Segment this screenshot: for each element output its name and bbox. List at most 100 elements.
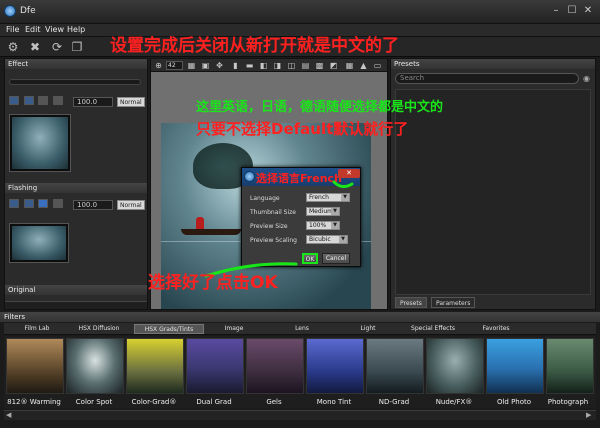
flashing-header: Flashing [5,183,147,193]
mirror-icon[interactable]: ◫ [287,61,296,70]
maximize-icon[interactable]: ☐ [564,4,580,18]
side-by-side-icon[interactable]: ◨ [273,61,282,70]
filter-label: Nude/FX® [435,398,473,406]
filter-tabs: Film Lab HSX Diffusion HSX Grads/Tints I… [4,323,596,335]
effect-slider[interactable] [9,79,141,85]
panel-toggle-icon[interactable]: ▭ [373,61,382,70]
flashing-blend-select[interactable]: Normal [117,200,145,210]
presets-header: Presets [391,59,595,69]
title-bar: Dfe – ☐ ✕ [0,0,600,24]
close-x-icon[interactable]: ✖ [28,40,42,54]
chevron-down-icon: ▼ [331,208,339,215]
tab-presets[interactable]: Presets [395,297,427,308]
left-panel: Effect 100.0 Normal Flashing 100.0 Norma… [4,58,148,310]
presets-search-input[interactable]: Search [395,73,579,84]
layer-icon[interactable] [9,96,19,105]
grid-icon[interactable]: ▦ [345,61,354,70]
split-horizontal-icon[interactable]: ▬ [245,61,254,70]
language-select[interactable]: French ▼ [306,193,350,202]
refresh-icon[interactable]: ⟳ [50,40,64,54]
thumbnail-size-select[interactable]: Medium ▼ [306,207,340,216]
preview-boat [181,229,241,235]
flashing-icon-row [9,199,65,211]
mask-icon[interactable] [23,199,34,208]
filters-header: Filters [0,312,600,322]
filter-label: Gels [266,398,282,406]
flashing-thumbnail[interactable] [9,223,69,263]
preview-size-select[interactable]: 100% ▼ [306,221,340,230]
chevron-down-icon: ▼ [331,222,339,229]
zoom-field[interactable]: 42 [166,61,183,70]
filter-label: Dual Grad [196,398,232,406]
menu-file[interactable]: File [6,25,19,34]
tab-light[interactable]: Light [350,324,386,334]
effect-opacity-field[interactable]: 100.0 [73,97,113,107]
close-icon[interactable]: ✕ [580,4,596,18]
effect-blend-select[interactable]: Normal [117,97,145,107]
filter-strip-scrollbar[interactable]: ◀ ▶ [4,410,596,420]
dialog-logo-icon [244,171,255,182]
layer-icon[interactable] [9,199,19,208]
filter-thumb-gels[interactable] [246,338,304,394]
tab-parameters[interactable]: Parameters [431,297,476,308]
tab-favorites[interactable]: Favorites [474,324,518,334]
window-title: Dfe [20,6,36,16]
scroll-right-icon[interactable]: ▶ [586,411,591,419]
filter-thumb-nd-grad[interactable] [366,338,424,394]
image-icon[interactable]: ▩ [315,61,324,70]
tab-special-effects[interactable]: Special Effects [402,324,464,334]
filter-label: Photograph [547,398,589,406]
hand-icon[interactable]: ✥ [215,61,224,70]
search-clear-icon[interactable]: ◉ [583,74,590,83]
eraser-icon[interactable] [52,96,63,105]
dialog-close-button[interactable]: ✕ [338,169,360,178]
filter-thumb-nude-fx[interactable] [426,338,484,394]
gear-icon[interactable]: ⚙ [6,40,20,54]
filter-thumb-color-grad[interactable] [126,338,184,394]
filter-thumb-photograph[interactable] [546,338,594,394]
filter-thumb-color-spot[interactable] [66,338,124,394]
mask-icon[interactable] [23,96,34,105]
annotation-bottom: 选择好了点击OK [148,273,278,293]
split-vertical-icon[interactable]: ▮ [231,61,240,70]
triangle-icon[interactable]: ▲ [359,61,368,70]
preview-person [196,217,204,229]
original-header: Original [5,285,147,295]
copy-icon[interactable]: ❐ [70,40,84,54]
filter-label: ND-Grad [378,398,410,406]
tab-hsx-grads-tints[interactable]: HSX Grads/Tints [134,324,204,334]
mask-view-icon[interactable]: ◩ [329,61,338,70]
filter-thumb-812-warming[interactable] [6,338,64,394]
fit-icon[interactable]: ▦ [187,61,196,70]
cancel-button[interactable]: Cancel [322,253,350,264]
annotation-top: 设置完成后关闭从新打开就是中文的了 [110,36,399,56]
scroll-left-icon[interactable]: ◀ [6,411,11,419]
effect-header: Effect [5,59,147,69]
filter-label: Color-Grad® [131,398,177,406]
preview-scaling-select[interactable]: Bicubic ▼ [306,235,348,244]
filter-thumb-dual-grad[interactable] [186,338,244,394]
zoom-icon[interactable]: ⊕ [154,61,163,70]
filter-label: Old Photo [496,398,532,406]
actual-size-icon[interactable]: ▣ [201,61,210,70]
flashing-opacity-field[interactable]: 100.0 [73,200,113,210]
eraser-icon[interactable] [52,199,63,208]
menu-help[interactable]: Help [67,25,85,34]
tab-film-lab[interactable]: Film Lab [12,324,62,334]
brush-icon[interactable] [38,96,49,105]
annotation-green: 这里英语，日语，德语随便选择都是中文的 [196,100,444,115]
menu-view[interactable]: View [45,25,64,34]
tab-hsx-diffusion[interactable]: HSX Diffusion [68,324,130,334]
compare-icon[interactable]: ▤ [301,61,310,70]
menu-edit[interactable]: Edit [25,25,41,34]
effect-thumbnail[interactable] [9,114,71,172]
left-scrollbar[interactable] [5,301,147,309]
tab-lens[interactable]: Lens [284,324,320,334]
filter-thumb-old-photo[interactable] [486,338,544,394]
minimize-icon[interactable]: – [548,4,564,18]
presets-list[interactable] [395,89,591,295]
lightning-icon[interactable] [38,199,49,208]
before-after-icon[interactable]: ◧ [259,61,268,70]
filter-thumb-mono-tint[interactable] [306,338,364,394]
tab-image[interactable]: Image [216,324,252,334]
